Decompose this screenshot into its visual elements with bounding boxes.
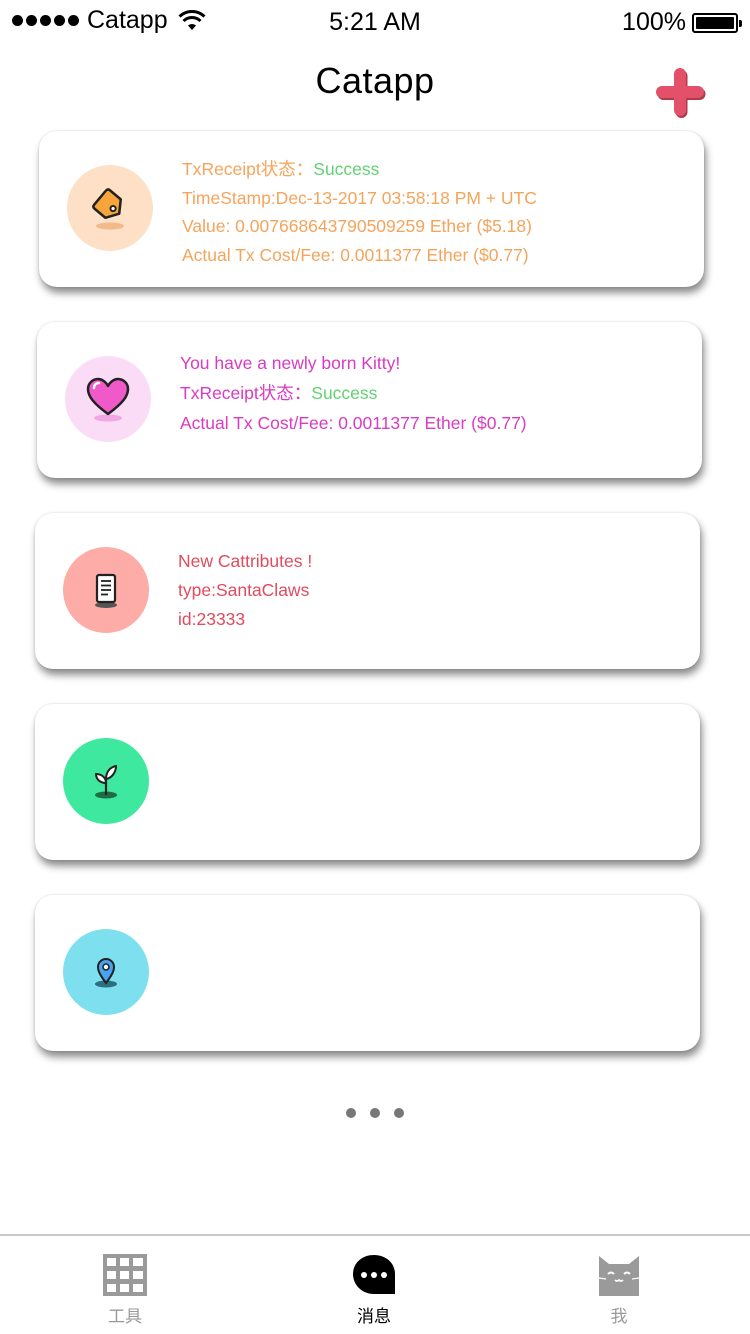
battery-percent: 100% — [622, 8, 686, 36]
tab-label: 我 — [610, 1307, 628, 1327]
id-line: id:23333 — [178, 609, 246, 629]
battery-icon — [692, 12, 742, 33]
card-text: TxReceipt状态：Success TimeStamp:Dec-13-201… — [182, 155, 684, 269]
tab-label: 工具 — [108, 1307, 142, 1327]
status-right: 100% — [622, 8, 742, 37]
card-icon-circle — [65, 356, 151, 442]
dot — [370, 1108, 380, 1118]
page-title: Catapp — [315, 60, 435, 101]
card-text: New Cattributes ! type:SantaClaws id:233… — [178, 547, 680, 634]
location-pin-icon — [95, 958, 117, 988]
document-icon — [95, 573, 117, 608]
message-card-empty-sprout[interactable] — [35, 704, 700, 860]
message-card-empty-location[interactable] — [35, 895, 700, 1051]
tab-bar: 工具 消息 我 — [0, 1234, 750, 1334]
message-card-cattributes[interactable]: New Cattributes ! type:SantaClaws id:233… — [35, 513, 700, 669]
message-card-transaction[interactable]: TxReceipt状态：Success TimeStamp:Dec-13-201… — [39, 131, 704, 287]
fee-line: Actual Tx Cost/Fee: 0.0011377 Ether ($0.… — [182, 244, 529, 265]
heart-icon — [86, 377, 130, 422]
dot — [346, 1108, 356, 1118]
tab-label: 消息 — [357, 1307, 391, 1327]
card-text: You have a newly born Kitty! TxReceipt状态… — [180, 348, 682, 438]
sprout-icon — [94, 764, 118, 799]
dot — [394, 1108, 404, 1118]
grid-icon — [103, 1254, 147, 1296]
receipt-label: TxReceipt状态： — [180, 383, 312, 403]
fee-line: Actual Tx Cost/Fee: 0.0011377 Ether ($0.… — [180, 413, 527, 433]
value-line: Value: 0.007668643790509259 Ether ($5.18… — [182, 216, 532, 236]
tab-tools[interactable]: 工具 — [65, 1254, 185, 1327]
receipt-status-line: TxReceipt状态：Success — [180, 378, 682, 408]
message-card-new-kitty[interactable]: You have a newly born Kitty! TxReceipt状态… — [37, 322, 702, 478]
status-bar: Catapp 5:21 AM 100% — [0, 0, 750, 42]
more-indicator — [0, 1108, 750, 1118]
type-line: type:SantaClaws — [178, 580, 310, 600]
receipt-status-line: TxReceipt状态：Success — [182, 155, 684, 184]
card-icon-circle — [67, 165, 153, 251]
cat-face-icon — [598, 1256, 640, 1296]
card-icon-circle — [63, 929, 149, 1015]
chat-bubble-icon — [353, 1255, 395, 1294]
timestamp-line: TimeStamp:Dec-13-2017 03:58:18 PM + UTC — [182, 187, 537, 208]
new-kitty-line: You have a newly born Kitty! — [180, 353, 401, 373]
plus-icon[interactable] — [652, 64, 708, 120]
card-icon-circle — [63, 738, 149, 824]
receipt-status-value: Success — [313, 159, 380, 179]
tab-me[interactable]: 我 — [559, 1254, 679, 1327]
receipt-label: TxReceipt状态： — [182, 159, 314, 179]
card-icon-circle — [63, 547, 149, 633]
tab-messages[interactable]: 消息 — [314, 1254, 434, 1327]
price-tag-icon — [92, 188, 124, 230]
new-cattributes-line: New Cattributes ! — [178, 551, 313, 571]
receipt-status-value: Success — [311, 383, 378, 403]
